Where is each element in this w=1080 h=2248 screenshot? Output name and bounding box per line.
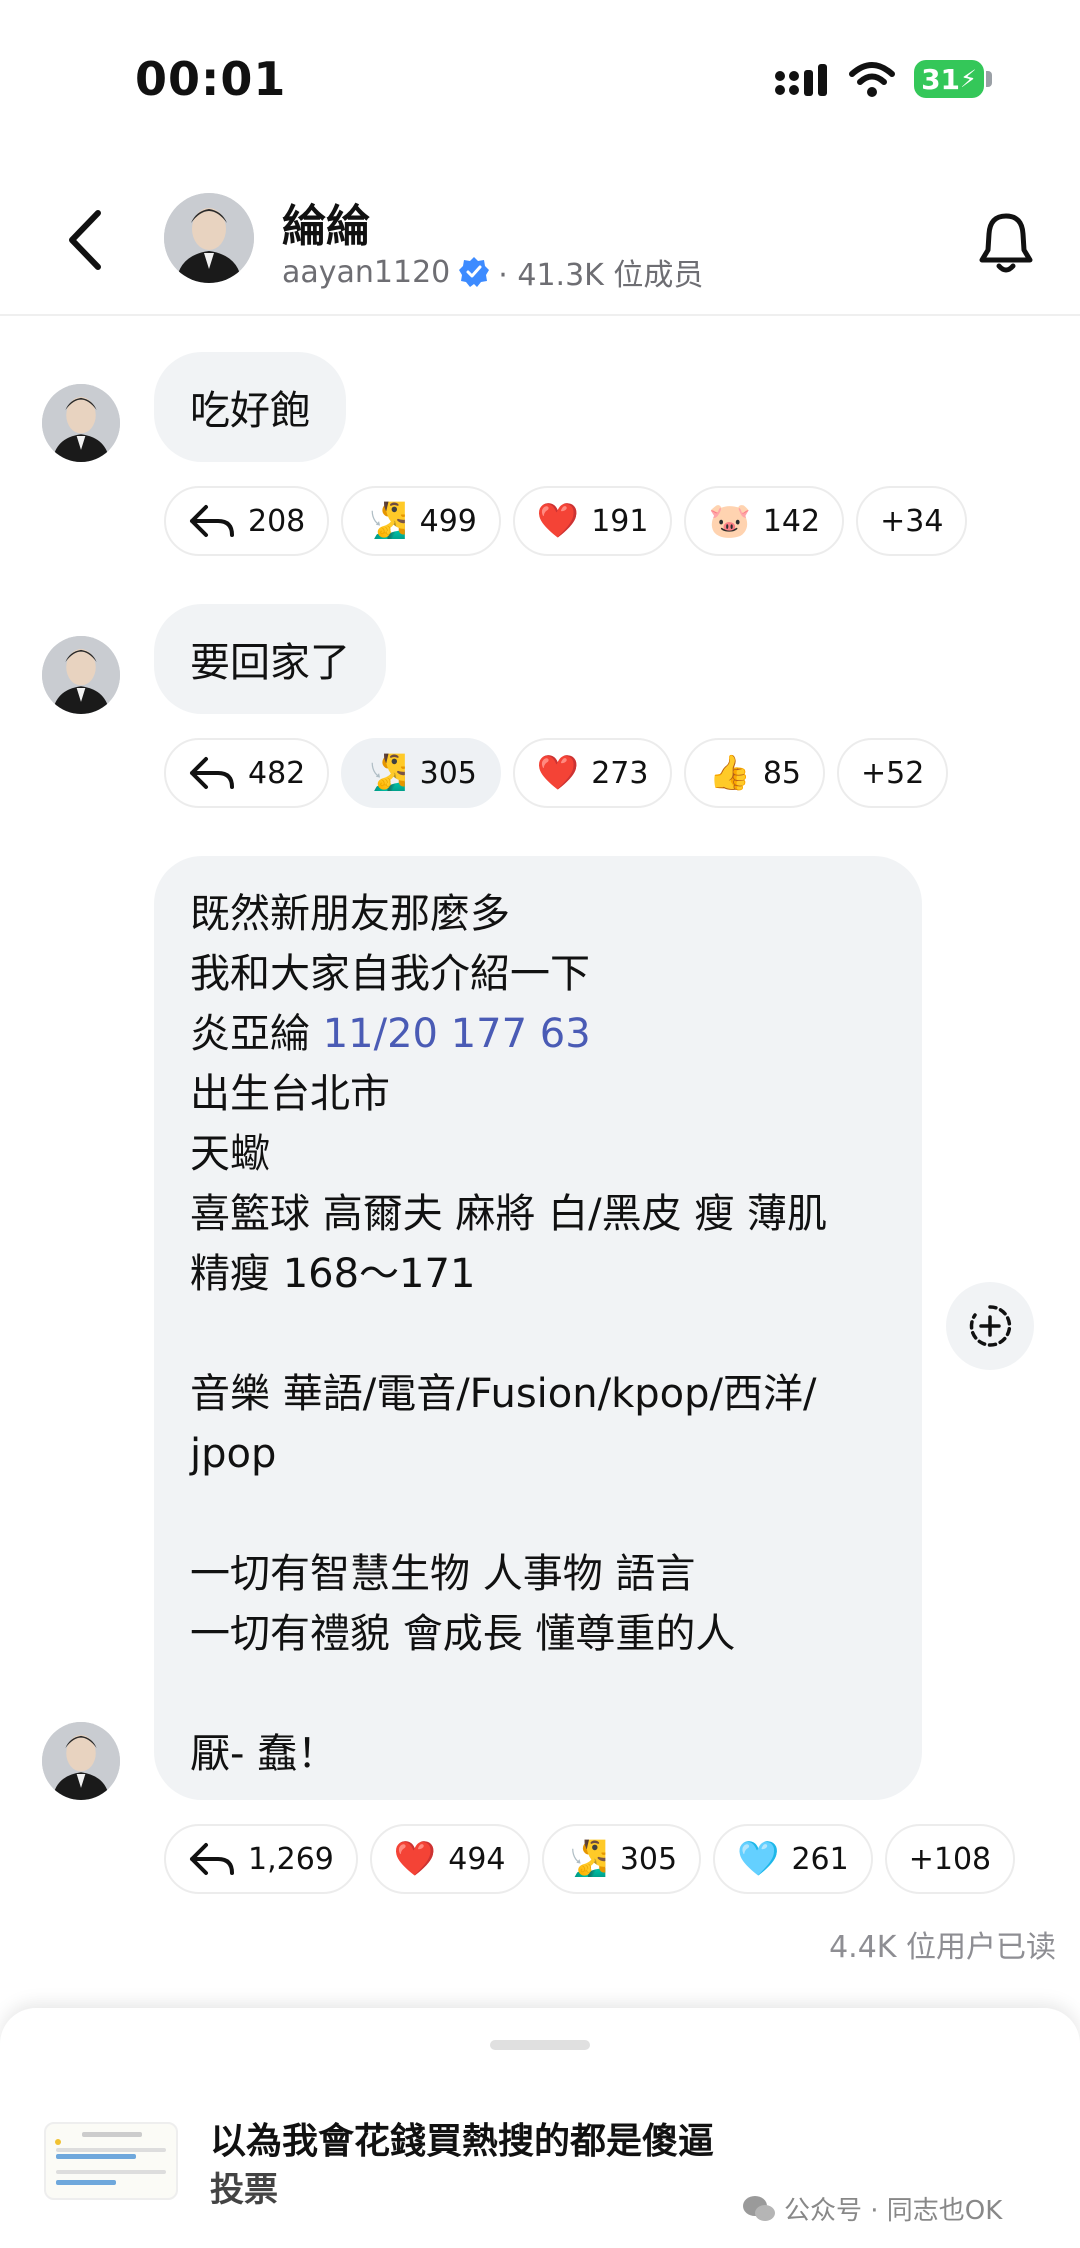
poll-label: 投票 [210, 2170, 278, 2210]
reaction-bar: 1,269 ❤️ 494 🧏‍♂️ 305 🩵 261 +108 [164, 1824, 1016, 1894]
sender-avatar[interactable] [42, 384, 120, 462]
reaction-chip[interactable]: 🧏‍♂️ 499 [341, 486, 501, 556]
more-reactions-chip[interactable]: +52 [837, 738, 949, 808]
reaction-count: 273 [591, 755, 649, 791]
more-reactions-count: +108 [908, 1841, 992, 1877]
thumbs-up-emoji: 👍 [708, 753, 751, 793]
verified-badge-icon [459, 257, 490, 287]
poll-thumbnail [44, 2122, 178, 2200]
reply-count: 1,269 [248, 1841, 334, 1877]
more-reactions-count: +34 [880, 503, 944, 539]
channel-avatar[interactable] [164, 193, 254, 283]
more-reactions-count: +52 [861, 755, 925, 791]
battery-level: 31 [921, 62, 961, 96]
message-line-part: 炎亞綸 [190, 1011, 323, 1057]
reaction-count: 499 [419, 503, 477, 539]
reaction-chip[interactable]: ❤️ 273 [512, 738, 673, 808]
reaction-count: 261 [791, 1841, 849, 1877]
reaction-chip-selected[interactable]: 🧏‍♂️ 305 [341, 738, 501, 808]
heart-emoji: ❤️ [536, 753, 580, 793]
message-line: 一切有智慧生物 人事物 語言 [190, 1551, 696, 1597]
poll-title[interactable]: 以為我會花錢買熱搜的都是傻逼 [210, 2112, 714, 2164]
sender-avatar[interactable] [42, 636, 120, 714]
message-line: 既然新朋友那麼多 [190, 891, 510, 937]
reaction-chip[interactable]: 🧏‍♂️ 305 [541, 1824, 702, 1894]
reply-count: 208 [248, 503, 306, 539]
reply-icon [190, 757, 234, 789]
channel-handle: aayan1120 [282, 254, 451, 290]
reaction-bar: 208 🧏‍♂️ 499 ❤️ 191 🐷 142 +34 [164, 486, 968, 556]
message-line: jpop [190, 1431, 277, 1477]
reply-count: 482 [248, 755, 306, 791]
deaf-man-emoji: 🧏‍♂️ [565, 1839, 608, 1879]
read-receipt: 4.4K 位用户已读 [829, 1930, 1056, 1965]
reaction-chip[interactable]: 👍 85 [684, 738, 826, 808]
message-line: 我和大家自我介紹一下 [190, 951, 590, 997]
reaction-count: 494 [448, 1841, 506, 1877]
wifi-icon [849, 62, 895, 97]
more-reactions-chip[interactable]: +108 [884, 1824, 1016, 1894]
add-reaction-button[interactable] [946, 1282, 1034, 1370]
reply-chip[interactable]: 482 [164, 738, 330, 808]
reaction-bar: 482 🧏‍♂️ 305 ❤️ 273 👍 85 +52 [164, 738, 949, 808]
reaction-chip[interactable]: 🐷 142 [684, 486, 845, 556]
message-text: 要回家了 [190, 640, 350, 686]
message-line: 音樂 華語/電音/Fusion/kpop/西洋/ [190, 1371, 817, 1417]
deaf-man-emoji: 🧏‍♂️ [365, 501, 408, 541]
wechat-icon [743, 2195, 775, 2221]
reply-icon [190, 1843, 234, 1875]
reaction-count: 85 [762, 755, 802, 791]
reply-icon [190, 505, 234, 537]
reaction-count: 305 [619, 1841, 678, 1877]
watermark: 公众号 · 同志也OK [742, 2190, 1002, 2227]
message-line: 一切有禮貌 會成長 懂尊重的人 [190, 1611, 736, 1657]
cellular-signal-icon [775, 64, 827, 96]
message-line: 精瘦 168～171 [190, 1251, 476, 1297]
header-divider [0, 314, 1080, 316]
message-text: 吃好飽 [190, 388, 310, 434]
message-bubble[interactable]: 要回家了 [154, 604, 386, 714]
message-bubble-long[interactable]: 既然新朋友那麼多 我和大家自我介紹一下 炎亞綸 11/20 177 63 出生台北市天… [154, 856, 922, 1800]
reply-chip[interactable]: 1,269 [164, 1824, 358, 1894]
light-blue-heart-emoji: 🩵 [737, 1839, 780, 1879]
message-bubble[interactable]: 吃好飽 [154, 352, 346, 462]
back-arrow-icon[interactable] [60, 205, 110, 275]
status-time: 00:01 [135, 52, 287, 106]
bell-icon[interactable] [976, 210, 1036, 276]
more-reactions-chip[interactable]: +34 [856, 486, 968, 556]
heart-emoji: ❤️ [536, 501, 580, 541]
sheet-drag-handle[interactable] [490, 2040, 590, 2050]
message-line: 炎亞綸 11/20 177 63 [190, 1004, 886, 1064]
pig-emoji: 🐷 [708, 501, 751, 541]
sender-avatar[interactable] [42, 1722, 120, 1800]
reaction-chip[interactable]: 🩵 261 [713, 1824, 873, 1894]
deaf-man-emoji: 🧏‍♂️ [365, 753, 408, 793]
battery-icon: 31 ⚡ [914, 60, 984, 98]
channel-subtitle: aayan1120 · 41.3K 位成员 [282, 250, 703, 294]
reaction-count: 305 [419, 755, 477, 791]
message-line: 天蠍 [190, 1131, 270, 1177]
reaction-chip[interactable]: ❤️ 191 [512, 486, 673, 556]
add-reaction-icon [969, 1305, 1012, 1347]
message-line: 厭- 蠢！ [190, 1731, 338, 1777]
reaction-chip[interactable]: ❤️ 494 [369, 1824, 530, 1894]
channel-title: 綸綸 [282, 201, 370, 252]
watermark-text: 公众号 · 同志也OK [784, 2196, 1003, 2226]
message-line: 喜籃球 高爾夫 麻將 白/黑皮 瘦 薄肌 [190, 1191, 828, 1237]
heart-emoji: ❤️ [393, 1839, 437, 1879]
detected-date-link[interactable]: 11/20 177 63 [323, 1011, 591, 1057]
reaction-count: 142 [762, 503, 821, 539]
reaction-count: 191 [591, 503, 649, 539]
member-count: · 41.3K 位成员 [498, 258, 704, 293]
battery-tip [986, 71, 992, 87]
reply-chip[interactable]: 208 [164, 486, 330, 556]
message-line: 出生台北市 [190, 1071, 390, 1117]
